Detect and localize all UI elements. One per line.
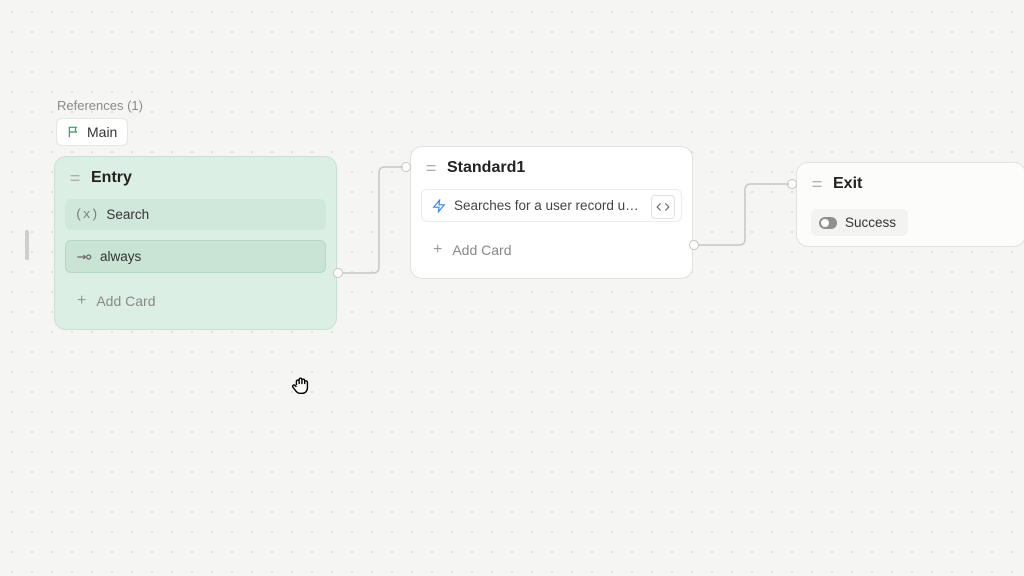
- node-title: Entry: [91, 169, 132, 187]
- card-label: Search: [106, 207, 149, 222]
- node-standard1[interactable]: Standard1 Searches for a user record usi…: [410, 146, 693, 279]
- add-card-label: Add Card: [452, 242, 511, 258]
- node-header[interactable]: Exit: [797, 163, 1024, 205]
- node-title: Standard1: [447, 159, 525, 177]
- card-search[interactable]: (x) Search: [65, 199, 326, 230]
- card-label: Success: [845, 215, 896, 230]
- port-in-standard[interactable]: [401, 162, 411, 172]
- plus-icon: +: [77, 293, 86, 309]
- port-out-standard[interactable]: [689, 240, 699, 250]
- references-label: References (1): [57, 98, 143, 113]
- transition-icon: [76, 251, 92, 263]
- wire-standard-exit: [699, 184, 789, 249]
- card-success[interactable]: Success: [811, 209, 908, 236]
- drag-handle-icon[interactable]: [69, 172, 81, 184]
- node-header[interactable]: Entry: [55, 157, 336, 199]
- plus-icon: +: [433, 242, 442, 258]
- variable-icon: (x): [75, 207, 98, 222]
- drag-handle-icon[interactable]: [425, 162, 437, 174]
- code-button[interactable]: [651, 195, 675, 219]
- grab-cursor-icon: [290, 375, 312, 402]
- card-label: always: [100, 249, 141, 264]
- drag-handle-icon[interactable]: [811, 178, 823, 190]
- add-card-label: Add Card: [96, 293, 155, 309]
- flag-icon: [67, 125, 81, 139]
- node-title: Exit: [833, 175, 862, 193]
- card-label: Searches for a user record usi...: [454, 198, 641, 213]
- node-entry[interactable]: Entry (x) Search always + Add Card: [54, 156, 337, 330]
- lightning-icon: [432, 199, 446, 213]
- canvas-resize-handle[interactable]: [25, 230, 29, 260]
- card-always[interactable]: always: [65, 240, 326, 273]
- node-header[interactable]: Standard1: [411, 147, 692, 189]
- wire-entry-standard: [343, 167, 403, 277]
- main-chip-label: Main: [87, 124, 117, 140]
- reference-main-chip[interactable]: Main: [56, 118, 128, 146]
- toggle-icon: [819, 217, 837, 229]
- port-in-exit[interactable]: [787, 179, 797, 189]
- add-card-button[interactable]: + Add Card: [421, 232, 682, 268]
- node-exit[interactable]: Exit Success: [796, 162, 1024, 247]
- port-out-entry[interactable]: [333, 268, 343, 278]
- add-card-button[interactable]: + Add Card: [65, 283, 326, 319]
- card-action-search-user[interactable]: Searches for a user record usi...: [421, 189, 682, 222]
